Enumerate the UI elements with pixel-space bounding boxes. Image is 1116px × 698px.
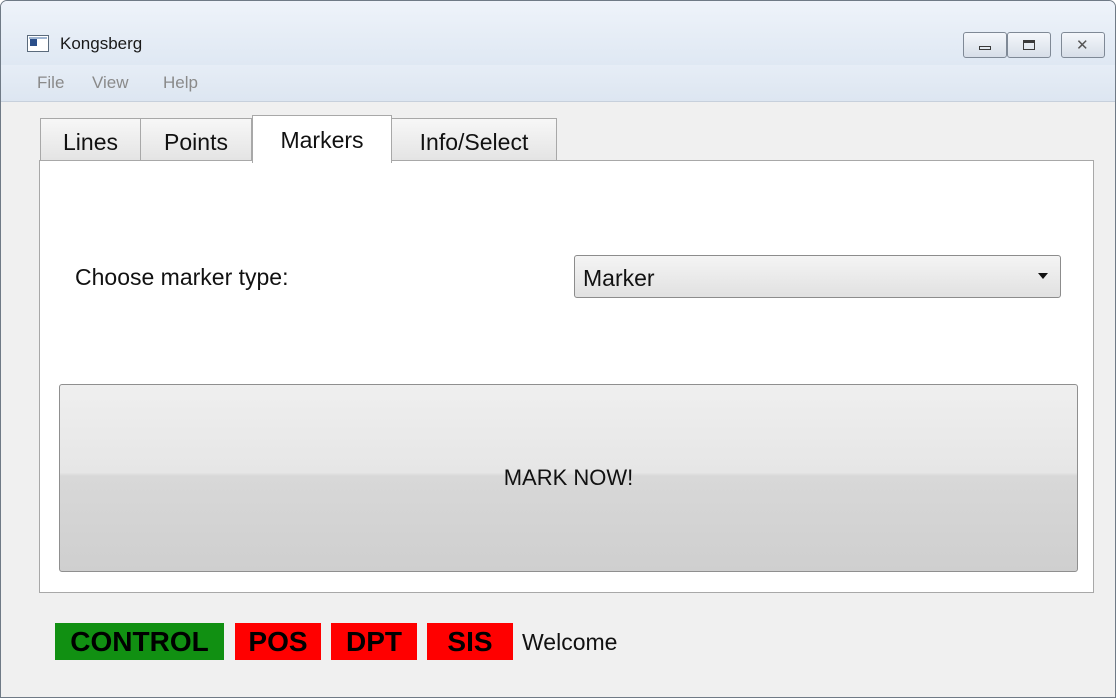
status-control-indicator: CONTROL [55, 623, 224, 660]
chevron-down-icon [1038, 273, 1048, 279]
minimize-button[interactable] [963, 32, 1007, 58]
maximize-icon [1023, 40, 1035, 50]
status-dpt-indicator: DPT [331, 623, 417, 660]
close-button[interactable]: ✕ [1061, 32, 1105, 58]
app-window: Kongsberg ✕ File View Help Lines Points … [0, 0, 1116, 698]
maximize-button[interactable] [1007, 32, 1051, 58]
menu-bar: File View Help [1, 65, 1115, 102]
window-title: Kongsberg [60, 34, 143, 53]
tab-info-select[interactable]: Info/Select [391, 118, 557, 160]
menu-file[interactable]: File [37, 73, 64, 93]
close-icon: ✕ [1076, 36, 1089, 54]
tab-markers[interactable]: Markers [252, 115, 392, 163]
marker-type-value: Marker [583, 265, 655, 291]
tab-points[interactable]: Points [140, 118, 252, 160]
status-sis-indicator: SIS [427, 623, 513, 660]
markers-panel: Choose marker type: Marker MARK NOW! [39, 160, 1094, 593]
marker-type-dropdown[interactable]: Marker [574, 255, 1061, 298]
status-pos-indicator: POS [235, 623, 321, 660]
title-bar[interactable]: Kongsberg ✕ [1, 1, 1115, 65]
menu-view[interactable]: View [92, 73, 129, 93]
minimize-icon [979, 46, 991, 50]
app-icon [27, 35, 49, 52]
tab-lines[interactable]: Lines [40, 118, 141, 160]
status-message: Welcome [522, 629, 618, 655]
marker-type-label: Choose marker type: [75, 264, 289, 290]
menu-help[interactable]: Help [163, 73, 198, 93]
mark-now-label: MARK NOW! [503, 465, 634, 490]
mark-now-button[interactable]: MARK NOW! [59, 384, 1078, 572]
